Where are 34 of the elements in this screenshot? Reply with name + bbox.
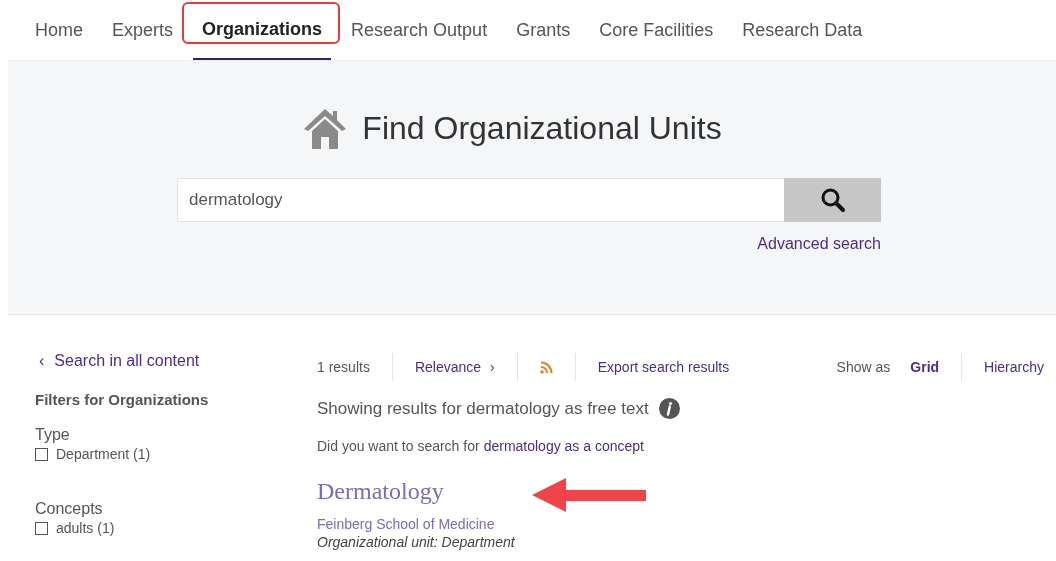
- view-option[interactable]: Hierarchy: [984, 359, 1044, 375]
- export-link[interactable]: Export search results: [597, 359, 730, 375]
- nav-tab[interactable]: Home: [26, 0, 92, 60]
- result-parent-link[interactable]: Feinberg School of Medicine: [317, 516, 1044, 532]
- search-all-link[interactable]: ‹ Search in all content: [35, 352, 317, 374]
- result-title[interactable]: Dermatology: [317, 477, 444, 505]
- search-icon: [819, 187, 846, 213]
- advanced-search-link[interactable]: Advanced search: [757, 235, 881, 252]
- filter-group-title: Type: [35, 426, 71, 444]
- concept-search-link[interactable]: dermatology as a concept: [483, 438, 644, 454]
- rss-icon[interactable]: [539, 360, 553, 374]
- search-field[interactable]: dermatology: [177, 178, 784, 222]
- showing-text: Showing results for dermatology as free text: [317, 398, 649, 419]
- result-type: Organizational unit: Department: [317, 534, 516, 550]
- filter-option-label[interactable]: adults (1): [56, 520, 115, 536]
- show-as-label: Show as: [836, 359, 891, 375]
- filter-group-title: Concepts: [35, 500, 104, 518]
- filter-checkbox[interactable]: [35, 447, 48, 461]
- search-button[interactable]: [784, 178, 881, 222]
- nav-tab[interactable]: Experts: [103, 0, 183, 60]
- info-icon[interactable]: [658, 398, 680, 419]
- house-icon: [302, 107, 349, 149]
- filters-heading: Filters for Organizations: [35, 391, 210, 408]
- filter-option-label[interactable]: Department (1): [56, 446, 151, 462]
- page-title: Find Organizational Units: [362, 109, 722, 147]
- nav-tab[interactable]: Grants: [507, 0, 580, 60]
- sort-link[interactable]: Relevance ›: [414, 359, 495, 375]
- filter-checkbox[interactable]: [35, 521, 48, 535]
- nav-tab[interactable]: Research Output: [342, 0, 497, 60]
- view-option[interactable]: Grid: [910, 359, 940, 375]
- nav-tab[interactable]: Core Facilities: [590, 0, 723, 60]
- nav-tab[interactable]: Research Data: [733, 0, 872, 60]
- result-count: 1 results: [317, 359, 370, 375]
- suggestion-text: Did you want to search for: [317, 438, 480, 454]
